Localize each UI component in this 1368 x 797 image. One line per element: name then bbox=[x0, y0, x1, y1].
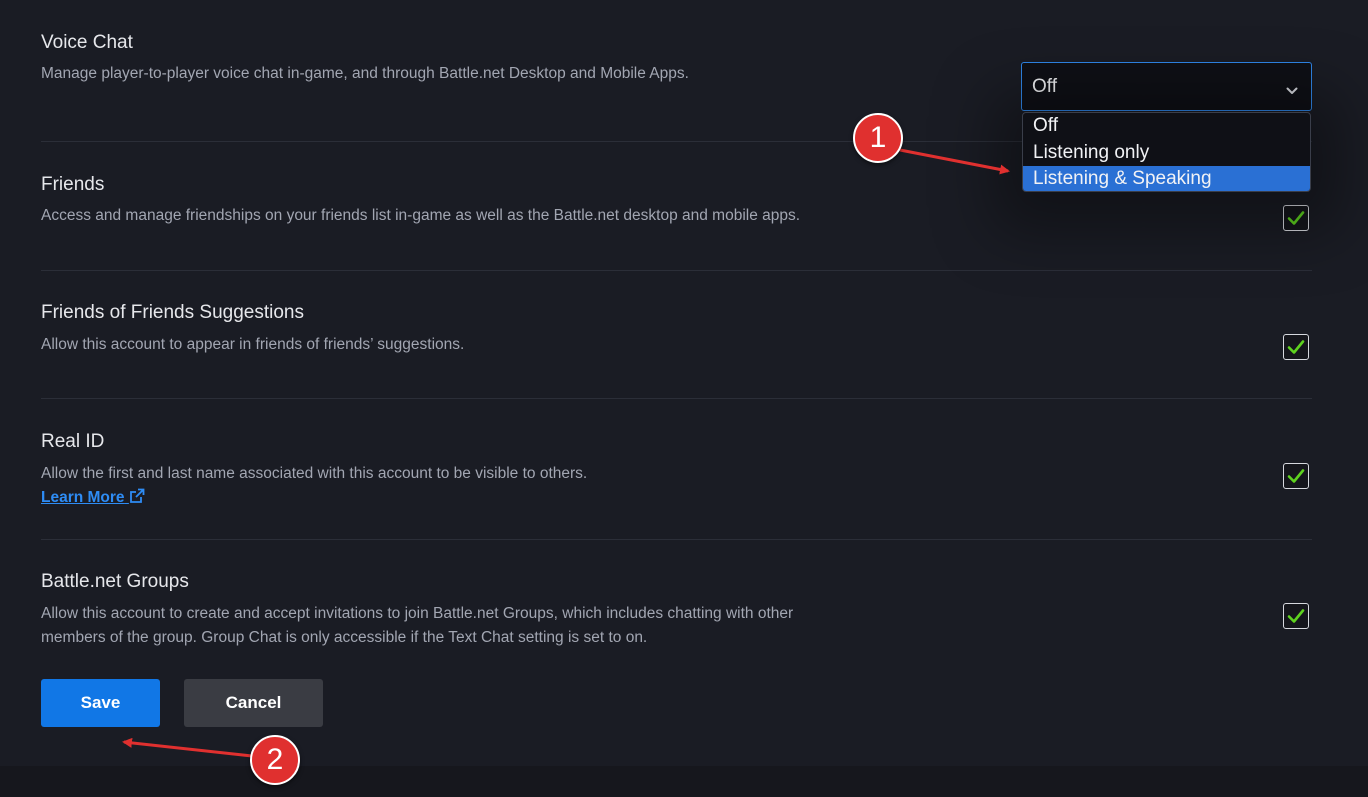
learn-more-label: Learn More bbox=[41, 489, 125, 506]
divider bbox=[41, 539, 1312, 540]
voice-chat-selected-value: Off bbox=[1032, 76, 1057, 97]
annotation-badge-2: 2 bbox=[250, 735, 300, 785]
groups-checkbox[interactable] bbox=[1283, 603, 1309, 629]
annotation-badge-1: 1 bbox=[853, 113, 903, 163]
friends-title: Friends bbox=[41, 174, 105, 195]
voice-chat-description: Manage player-to-player voice chat in-ga… bbox=[41, 65, 689, 82]
real-id-title: Real ID bbox=[41, 431, 105, 452]
external-link-icon bbox=[129, 488, 145, 503]
voice-chat-select[interactable]: Off bbox=[1021, 62, 1312, 111]
real-id-description: Allow the first and last name associated… bbox=[41, 465, 588, 482]
groups-description-line1: Allow this account to create and accept … bbox=[41, 605, 794, 622]
cancel-button[interactable]: Cancel bbox=[184, 679, 323, 727]
divider bbox=[41, 398, 1312, 399]
privacy-settings-page: Voice Chat Manage player-to-player voice… bbox=[0, 0, 1368, 797]
voice-chat-dropdown-menu: Off Listening only Listening & Speaking bbox=[1022, 112, 1311, 192]
friends-checkbox[interactable] bbox=[1283, 205, 1309, 231]
checkmark-icon bbox=[1287, 340, 1305, 354]
option-off[interactable]: Off bbox=[1023, 113, 1310, 139]
fof-description: Allow this account to appear in friends … bbox=[41, 336, 465, 353]
option-listening-only[interactable]: Listening only bbox=[1023, 140, 1310, 166]
divider bbox=[41, 270, 1312, 271]
settings-panel: Voice Chat Manage player-to-player voice… bbox=[0, 0, 1368, 766]
friends-description: Access and manage friendships on your fr… bbox=[41, 207, 801, 224]
real-id-checkbox[interactable] bbox=[1283, 463, 1309, 489]
fof-checkbox[interactable] bbox=[1283, 334, 1309, 360]
groups-description-line2: members of the group. Group Chat is only… bbox=[41, 629, 648, 646]
learn-more-link[interactable]: Learn More bbox=[41, 487, 145, 509]
chevron-down-icon bbox=[1286, 82, 1298, 100]
voice-chat-title: Voice Chat bbox=[41, 32, 133, 53]
checkmark-icon bbox=[1287, 609, 1305, 623]
save-button[interactable]: Save bbox=[41, 679, 160, 727]
checkmark-icon bbox=[1287, 211, 1305, 225]
option-listening-and-speaking[interactable]: Listening & Speaking bbox=[1023, 166, 1310, 191]
fof-title: Friends of Friends Suggestions bbox=[41, 302, 304, 323]
groups-title: Battle.net Groups bbox=[41, 571, 189, 592]
checkmark-icon bbox=[1287, 469, 1305, 483]
